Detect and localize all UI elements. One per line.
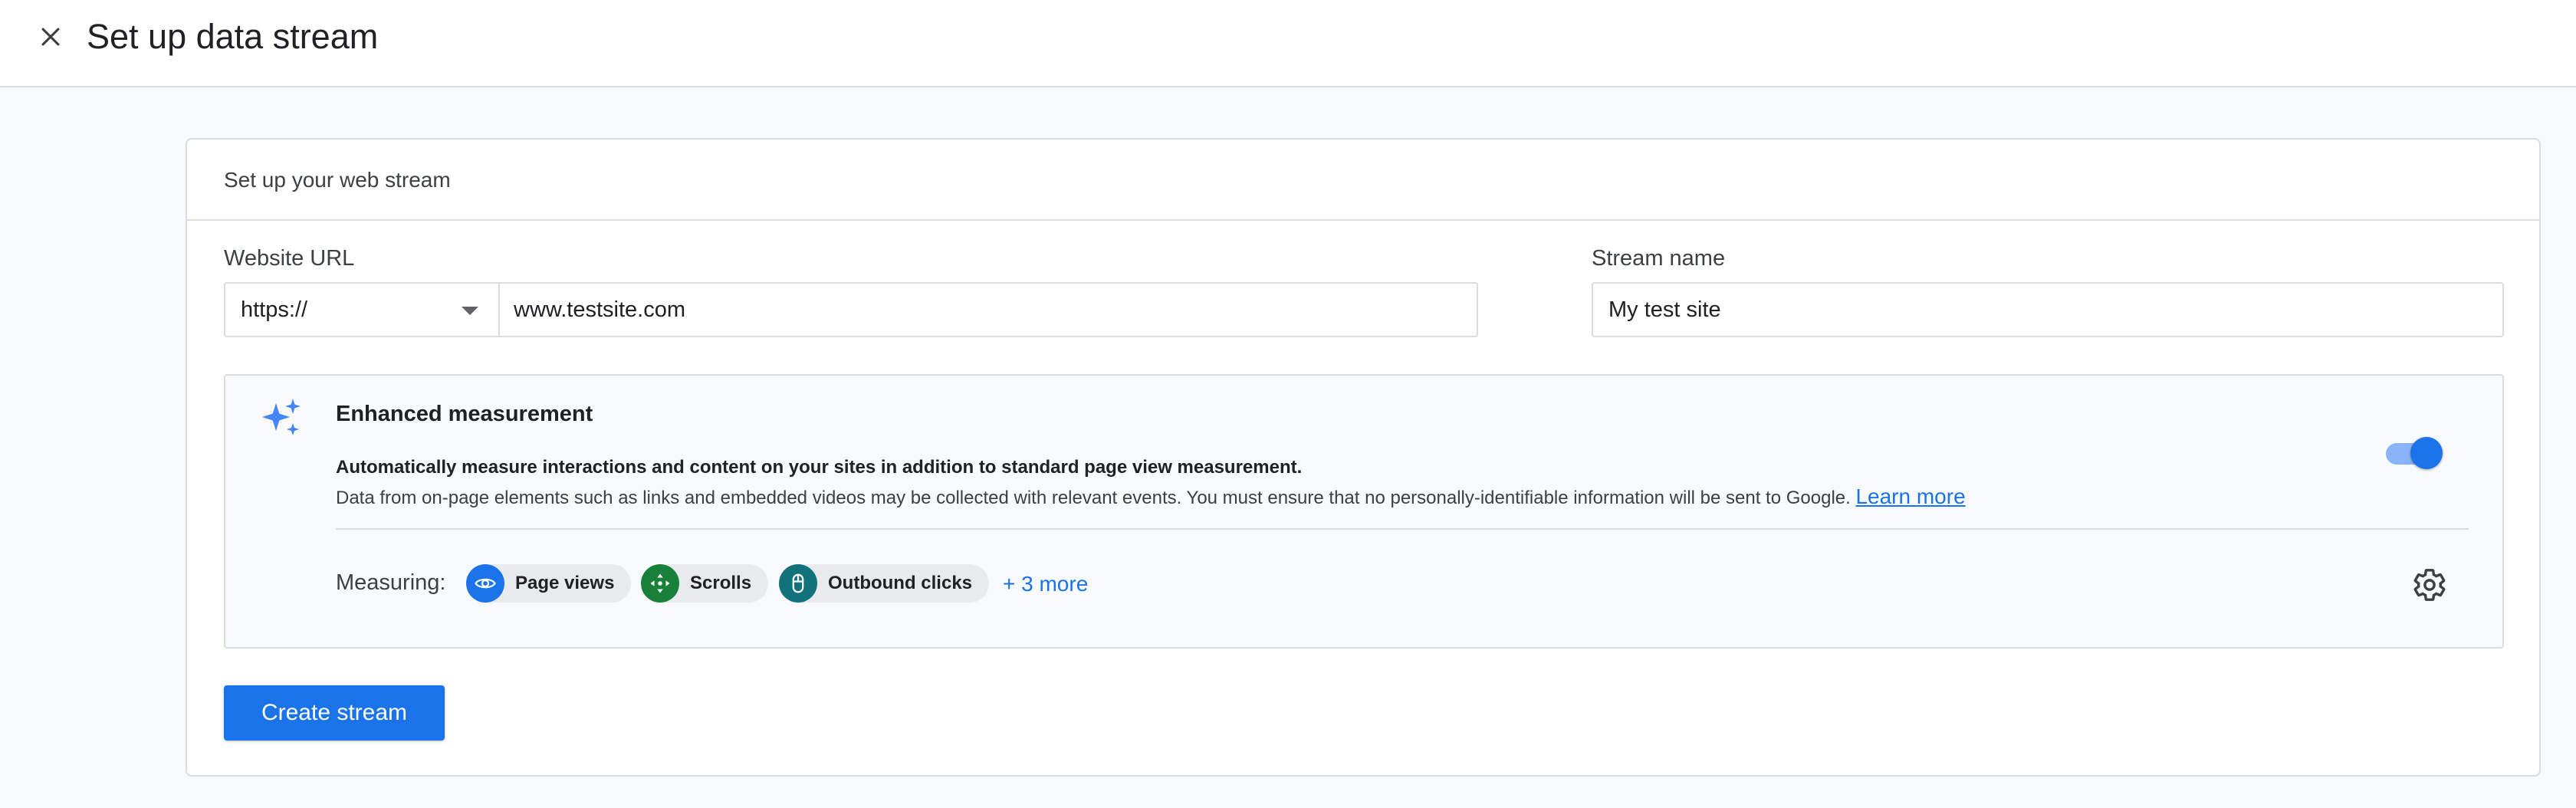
description-text: Data from on-page elements such as links… — [336, 488, 1851, 508]
divider — [336, 528, 2469, 530]
website-url-group: https:// — [224, 282, 1478, 337]
create-stream-button[interactable]: Create stream — [224, 685, 445, 741]
enhanced-measurement-summary: Automatically measure interactions and c… — [336, 457, 1303, 478]
gear-icon[interactable] — [2412, 567, 2447, 603]
learn-more-link[interactable]: Learn more — [1855, 484, 1965, 508]
enhanced-measurement-panel: Enhanced measurement Automatically measu… — [224, 374, 2504, 649]
toggle-thumb — [2410, 437, 2443, 469]
close-icon — [41, 28, 60, 46]
enhanced-measurement-description: Data from on-page elements such as links… — [336, 484, 1966, 509]
chip-page-views[interactable]: Page views — [466, 564, 632, 603]
more-measurements-link[interactable]: + 3 more — [1003, 572, 1088, 596]
web-stream-card: Set up your web stream Website URL https… — [186, 138, 2541, 777]
close-button[interactable] — [31, 17, 71, 57]
stream-name-label: Stream name — [1592, 246, 1726, 271]
website-url-label: Website URL — [224, 246, 355, 271]
scroll-arrows-icon — [641, 564, 679, 603]
chip-scrolls[interactable]: Scrolls — [641, 564, 769, 603]
chip-outbound-clicks[interactable]: Outbound clicks — [779, 564, 990, 603]
enhanced-measurement-toggle[interactable] — [2386, 435, 2446, 471]
card-title: Set up your web stream — [224, 168, 451, 192]
enhanced-measurement-title: Enhanced measurement — [336, 402, 593, 426]
protocol-value: https:// — [241, 297, 308, 322]
page-title: Set up data stream — [87, 17, 379, 56]
card-header: Set up your web stream — [187, 140, 2539, 221]
chip-label: Outbound clicks — [828, 573, 973, 593]
protocol-dropdown[interactable]: https:// — [225, 284, 500, 336]
eye-icon — [466, 564, 504, 603]
measuring-label: Measuring: — [336, 570, 446, 595]
chip-label: Page views — [515, 573, 615, 593]
chip-label: Scrolls — [690, 573, 752, 593]
mouse-icon — [779, 564, 817, 603]
stream-name-input[interactable] — [1592, 282, 2504, 337]
website-url-input[interactable] — [500, 284, 1477, 336]
sparkle-icon — [262, 399, 301, 435]
top-bar: Set up data stream — [0, 0, 2576, 87]
chevron-down-icon — [462, 307, 478, 315]
